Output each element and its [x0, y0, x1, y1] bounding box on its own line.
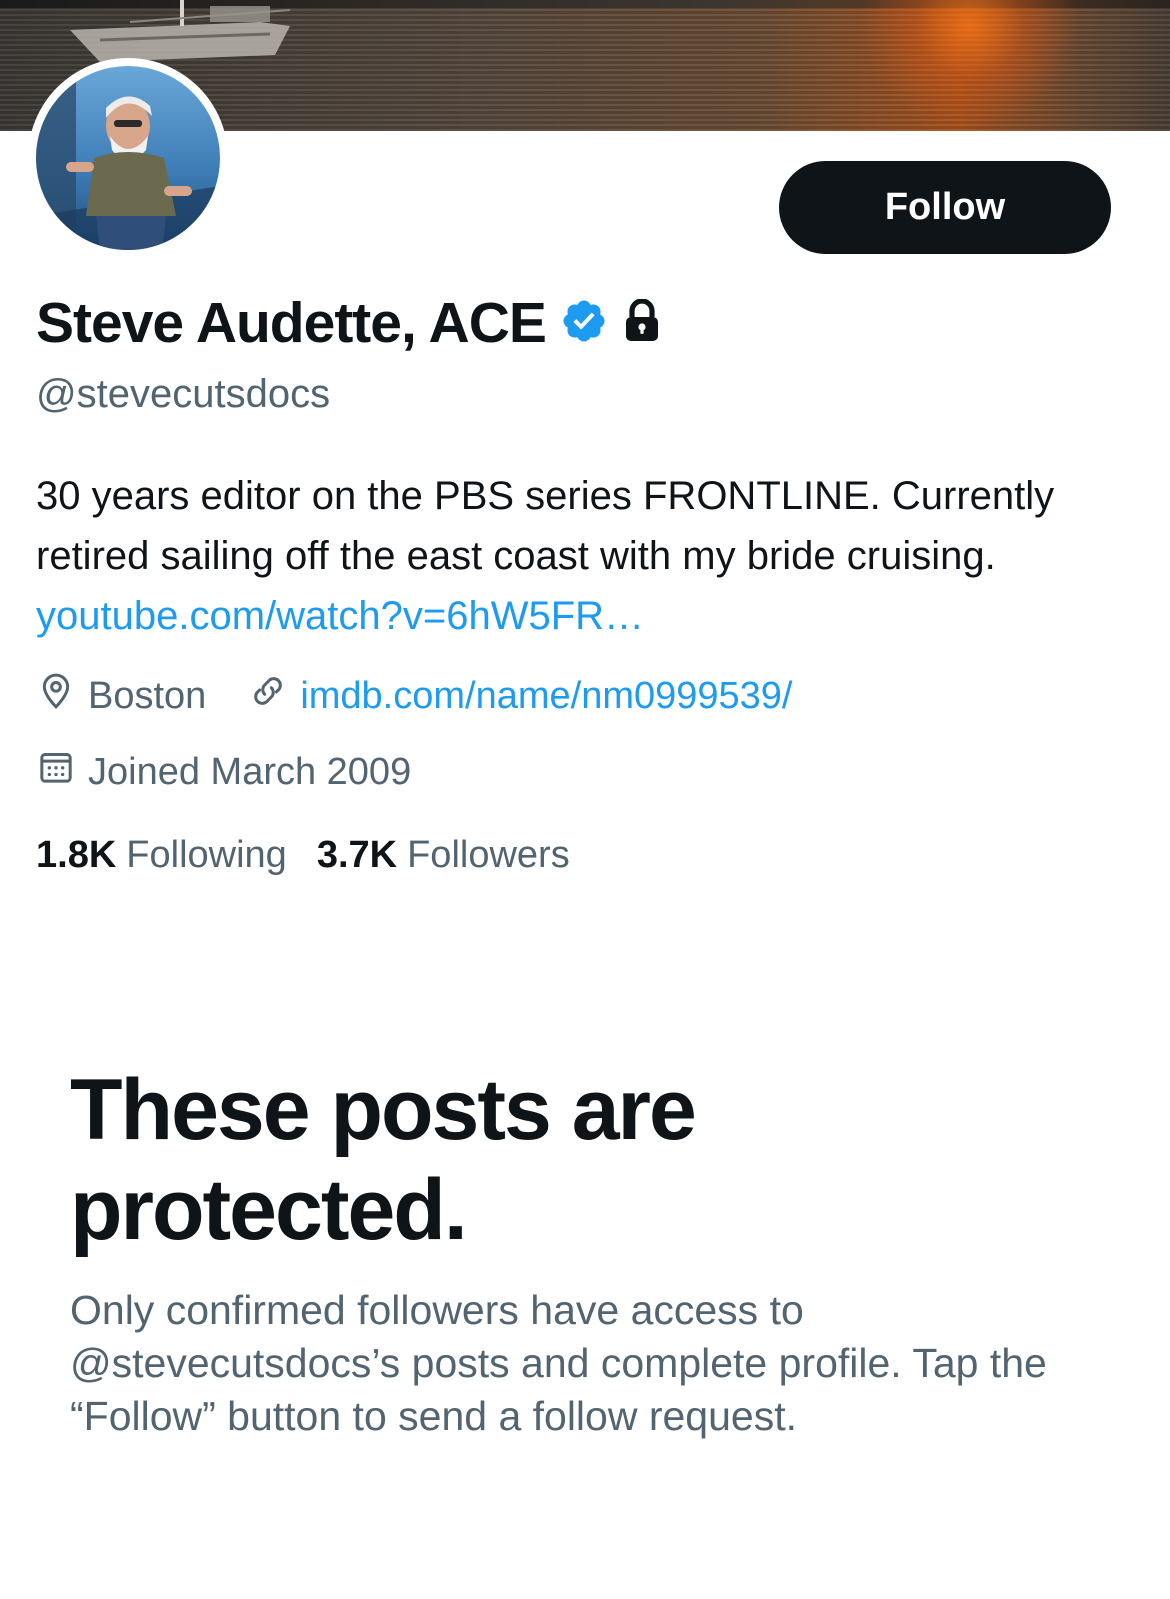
bio-text: 30 years editor on the PBS series FRONTL… [36, 474, 1055, 578]
verified-badge-icon[interactable] [560, 297, 608, 350]
follow-button[interactable]: Follow [779, 161, 1111, 254]
location-text: Boston [88, 674, 207, 717]
profile-avatar[interactable] [28, 58, 228, 258]
banner-sunset [860, 0, 1080, 131]
protected-body: Only confirmed followers have access to … [70, 1287, 1047, 1439]
website-link[interactable]: imdb.com/name/nm0999539/ [300, 675, 792, 718]
following-count: 1.8K [36, 833, 117, 876]
profile-stats: 1.8K Following 3.7K Followers [36, 830, 570, 880]
avatar-photo [36, 66, 220, 250]
banner-boat [70, 0, 291, 62]
bio-link[interactable]: youtube.com/watch?v=6hW5FR… [36, 594, 644, 638]
location-pin-icon [36, 671, 76, 721]
lock-icon [622, 297, 662, 348]
followers-stat[interactable]: 3.7K Followers [317, 834, 570, 877]
profile-name: Steve Audette, ACE [36, 291, 547, 355]
profile-name-row: Steve Audette, ACE [36, 288, 662, 358]
profile-meta: Boston imdb.com/name/nm0999539/ [36, 670, 792, 722]
followers-label: Followers [407, 833, 570, 876]
joined-item: Joined March 2009 [36, 746, 411, 798]
profile-bio: 30 years editor on the PBS series FRONTL… [36, 466, 1136, 646]
protected-title: These posts are protected. [70, 1062, 697, 1258]
link-icon [248, 671, 288, 721]
calendar-icon [36, 747, 76, 797]
following-stat[interactable]: 1.8K Following [36, 834, 287, 877]
following-label: Following [126, 833, 287, 876]
website-item[interactable]: imdb.com/name/nm0999539/ [248, 671, 792, 721]
profile-handle: @stevecutsdocs [36, 372, 331, 416]
followers-count: 3.7K [316, 833, 398, 876]
location-item: Boston [36, 671, 206, 721]
joined-text: Joined March 2009 [88, 750, 412, 793]
